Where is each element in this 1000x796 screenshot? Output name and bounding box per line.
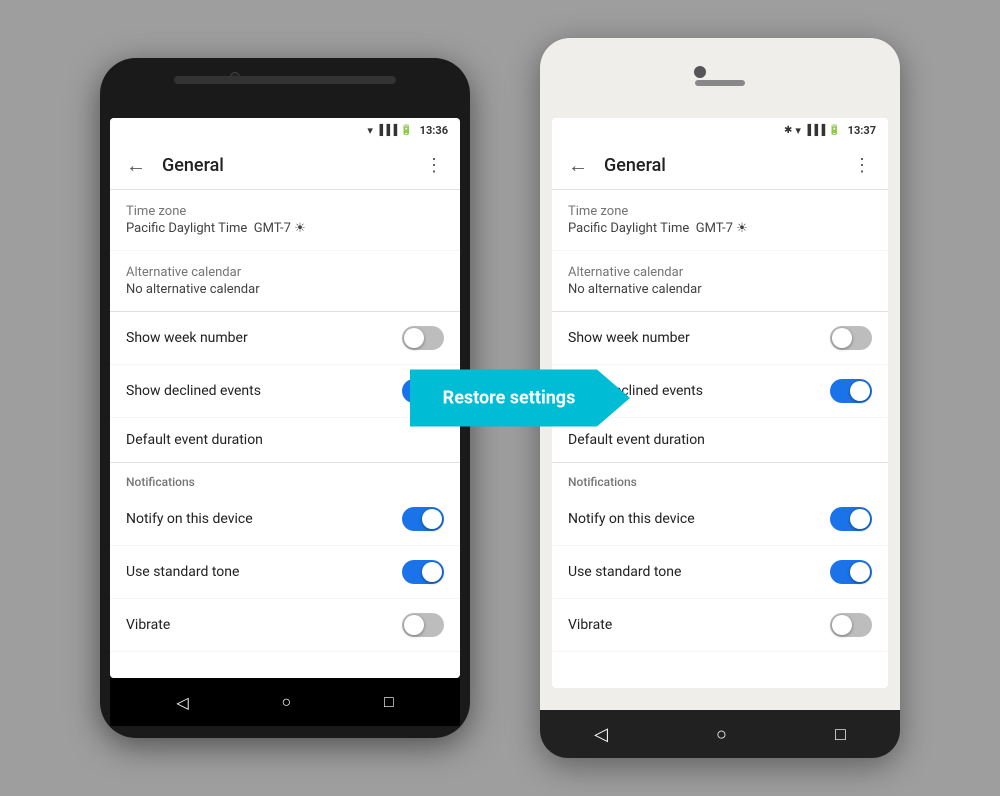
- standard-tone-label-1: Use standard tone: [126, 564, 239, 580]
- timezone-item-2[interactable]: Time zone Pacific Daylight Time GMT-7 ☀: [552, 190, 888, 251]
- speaker-white: [695, 80, 745, 86]
- default-duration-label-2: Default event duration: [568, 432, 872, 448]
- show-week-number-toggle-2[interactable]: [830, 326, 872, 350]
- settings-list-2: Time zone Pacific Daylight Time GMT-7 ☀ …: [552, 190, 888, 688]
- timezone-value-1: Pacific Daylight Time GMT-7 ☀: [126, 221, 444, 236]
- default-duration-label-1: Default event duration: [126, 432, 444, 448]
- status-icons-2: ✱ ▾ ▐▐▐ 🔋 13:37: [784, 124, 876, 137]
- standard-tone-item-2[interactable]: Use standard tone: [552, 546, 888, 599]
- signal-icon-2: ▐▐▐: [804, 125, 825, 136]
- notifications-header-1: Notifications: [110, 463, 460, 493]
- time-1: 13:36: [420, 124, 448, 137]
- timezone-item-1[interactable]: Time zone Pacific Daylight Time GMT-7 ☀: [110, 190, 460, 251]
- notify-device-toggle-1[interactable]: [402, 507, 444, 531]
- notify-device-label-2: Notify on this device: [568, 511, 695, 527]
- timezone-value-2: Pacific Daylight Time GMT-7 ☀: [568, 221, 872, 236]
- nav-bar-1: ◁ ○ □: [110, 678, 460, 726]
- recent-nav-2[interactable]: □: [835, 724, 846, 745]
- alt-calendar-label-2: Alternative calendar: [568, 265, 872, 280]
- status-bar-2: ✱ ▾ ▐▐▐ 🔋 13:37: [552, 118, 888, 142]
- vibrate-label-1: Vibrate: [126, 617, 170, 633]
- vibrate-label-2: Vibrate: [568, 617, 612, 633]
- notify-device-item-2[interactable]: Notify on this device: [552, 493, 888, 546]
- timezone-label-2: Time zone: [568, 204, 872, 219]
- phones-wrapper: ▾ ▐▐▐ 🔋 13:36 ← General ⋮ Time zone Paci…: [100, 38, 900, 758]
- back-nav-1[interactable]: ◁: [176, 693, 188, 712]
- status-icons-1: ▾ ▐▐▐ 🔋 13:36: [367, 124, 448, 137]
- speaker-black: [174, 76, 396, 84]
- battery-icon-1: 🔋: [400, 125, 412, 136]
- home-nav-1[interactable]: ○: [281, 692, 291, 712]
- time-2: 13:37: [848, 124, 876, 137]
- show-declined-item-1[interactable]: Show declined events: [110, 365, 460, 418]
- vibrate-toggle-2[interactable]: [830, 613, 872, 637]
- alt-calendar-label-1: Alternative calendar: [126, 265, 444, 280]
- more-button-2[interactable]: ⋮: [844, 148, 880, 184]
- notify-device-item-1[interactable]: Notify on this device: [110, 493, 460, 546]
- status-bar-1: ▾ ▐▐▐ 🔋 13:36: [110, 118, 460, 142]
- restore-settings-banner[interactable]: Restore settings: [410, 370, 630, 427]
- back-nav-2[interactable]: ◁: [594, 724, 608, 745]
- alt-calendar-value-1: No alternative calendar: [126, 282, 444, 297]
- screen-black: ▾ ▐▐▐ 🔋 13:36 ← General ⋮ Time zone Paci…: [110, 118, 460, 678]
- alt-calendar-item-1[interactable]: Alternative calendar No alternative cale…: [110, 251, 460, 312]
- vibrate-item-1[interactable]: Vibrate: [110, 599, 460, 652]
- standard-tone-item-1[interactable]: Use standard tone: [110, 546, 460, 599]
- notify-device-label-1: Notify on this device: [126, 511, 253, 527]
- alt-calendar-value-2: No alternative calendar: [568, 282, 872, 297]
- back-button-2[interactable]: ←: [560, 148, 596, 184]
- wifi-icon-2: ▾: [795, 124, 801, 137]
- timezone-label-1: Time zone: [126, 204, 444, 219]
- standard-tone-label-2: Use standard tone: [568, 564, 681, 580]
- default-duration-item-1[interactable]: Default event duration: [110, 418, 460, 463]
- signal-icon-1: ▐▐▐: [376, 125, 397, 136]
- app-title-1: General: [154, 155, 416, 176]
- vibrate-item-2[interactable]: Vibrate: [552, 599, 888, 652]
- battery-icon-2: 🔋: [828, 125, 840, 136]
- front-camera-white: [694, 66, 706, 78]
- show-declined-label-1: Show declined events: [126, 383, 261, 399]
- show-week-number-item-2[interactable]: Show week number: [552, 312, 888, 365]
- show-week-number-toggle-1[interactable]: [402, 326, 444, 350]
- standard-tone-toggle-2[interactable]: [830, 560, 872, 584]
- notify-device-toggle-2[interactable]: [830, 507, 872, 531]
- more-button-1[interactable]: ⋮: [416, 148, 452, 184]
- bluetooth-icon-2: ✱: [784, 125, 792, 136]
- app-bar-2: ← General ⋮: [552, 142, 888, 190]
- back-button-1[interactable]: ←: [118, 148, 154, 184]
- app-bar-1: ← General ⋮: [110, 142, 460, 190]
- show-declined-toggle-2[interactable]: [830, 379, 872, 403]
- vibrate-toggle-1[interactable]: [402, 613, 444, 637]
- nav-bar-2: ◁ ○ □: [540, 710, 900, 758]
- recent-nav-1[interactable]: □: [384, 692, 394, 712]
- show-week-number-label-2: Show week number: [568, 330, 690, 346]
- notifications-header-2: Notifications: [552, 463, 888, 493]
- alt-calendar-item-2[interactable]: Alternative calendar No alternative cale…: [552, 251, 888, 312]
- app-title-2: General: [596, 155, 844, 176]
- show-week-number-item-1[interactable]: Show week number: [110, 312, 460, 365]
- show-week-number-label-1: Show week number: [126, 330, 248, 346]
- home-nav-2[interactable]: ○: [716, 724, 727, 745]
- settings-list-1: Time zone Pacific Daylight Time GMT-7 ☀ …: [110, 190, 460, 678]
- wifi-icon-1: ▾: [367, 124, 373, 137]
- standard-tone-toggle-1[interactable]: [402, 560, 444, 584]
- arrow-label: Restore settings: [410, 370, 630, 427]
